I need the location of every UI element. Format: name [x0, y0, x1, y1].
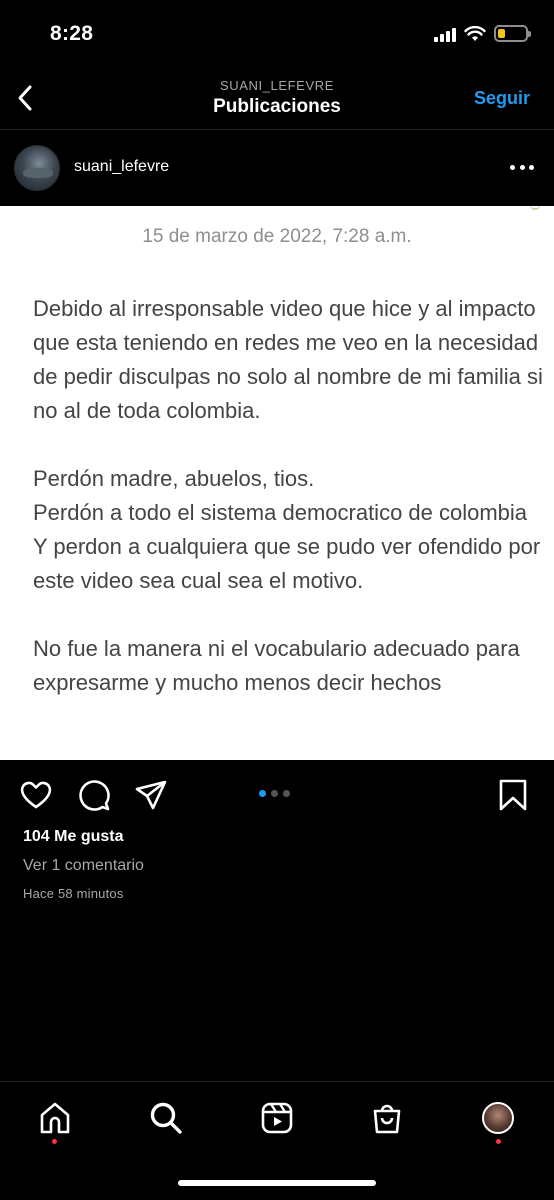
post-image[interactable]: 15 de marzo de 2022, 7:28 a.m. Debido al…: [0, 206, 554, 760]
post-header: suani_lefevre: [0, 131, 554, 206]
search-icon: [150, 1102, 182, 1134]
post-paragraph: Debido al irresponsable video que hice y…: [33, 296, 543, 423]
post-timestamp: Hace 58 minutos: [23, 886, 124, 901]
profile-avatar: [482, 1102, 514, 1134]
decorative-mark: [530, 206, 540, 210]
carousel-indicator: [259, 790, 290, 797]
battery-level: [498, 29, 505, 38]
home-icon: [40, 1102, 70, 1134]
home-indicator[interactable]: [178, 1180, 376, 1186]
likes-count[interactable]: 104 Me gusta: [23, 828, 123, 846]
battery-icon: [494, 25, 531, 42]
notification-dot: [52, 1139, 57, 1144]
post-actions: [0, 770, 554, 820]
nav-search[interactable]: [146, 1098, 186, 1138]
follow-button[interactable]: Seguir: [474, 88, 530, 109]
notification-dot: [496, 1139, 501, 1144]
post-paragraph: Perdón madre, abuelos, tios. Perdón a to…: [33, 466, 541, 593]
status-time: 8:28: [50, 22, 94, 45]
more-horizontal-icon: [510, 164, 515, 170]
nav-shop[interactable]: [367, 1098, 407, 1138]
heart-icon[interactable]: [19, 778, 53, 812]
wifi-icon: [464, 25, 486, 41]
send-icon[interactable]: [134, 778, 168, 812]
nav-reels[interactable]: [257, 1098, 297, 1138]
post-image-text: Debido al irresponsable video que hice y…: [33, 292, 544, 734]
cellular-signal-icon: [434, 26, 456, 42]
nav-home[interactable]: [35, 1098, 75, 1138]
status-bar: 8:28: [0, 0, 554, 70]
header-subtitle: SUANI_LEFEVRE: [219, 78, 334, 93]
page-title: Publicaciones: [213, 96, 341, 117]
post-image-date: 15 de marzo de 2022, 7:28 a.m.: [142, 226, 412, 247]
top-header: SUANI_LEFEVRE Publicaciones Seguir: [0, 70, 554, 130]
post-paragraph: No fue la manera ni el vocabulario adecu…: [33, 636, 520, 695]
avatar[interactable]: [14, 145, 60, 191]
status-icons: [434, 25, 531, 42]
shop-icon: [373, 1104, 401, 1134]
view-comments-link[interactable]: Ver 1 comentario: [23, 857, 144, 875]
bookmark-icon[interactable]: [496, 778, 530, 812]
nav-profile[interactable]: [478, 1098, 518, 1138]
comment-icon[interactable]: [77, 778, 111, 812]
post-username[interactable]: suani_lefevre: [74, 158, 169, 176]
reels-icon: [261, 1102, 293, 1134]
more-options-button[interactable]: [510, 157, 534, 177]
